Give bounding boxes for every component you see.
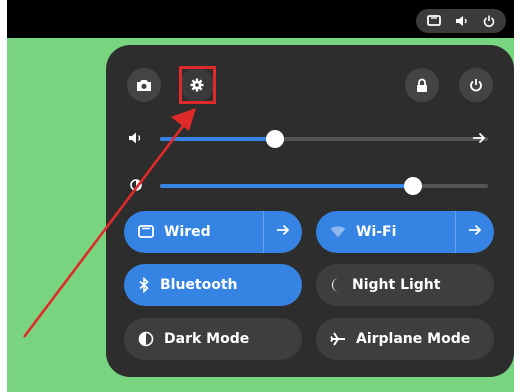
brightness-slider-row bbox=[124, 174, 494, 196]
screen-icon bbox=[427, 15, 441, 27]
power-icon bbox=[469, 78, 483, 92]
volume-slider-fill bbox=[160, 137, 275, 141]
speaker-icon bbox=[128, 130, 144, 149]
settings-highlight-box bbox=[179, 66, 216, 104]
dark-mode-toggle[interactable]: Dark Mode bbox=[124, 318, 302, 360]
bluetooth-label: Bluetooth bbox=[160, 277, 238, 293]
lock-icon bbox=[415, 78, 429, 93]
wifi-label: Wi-Fi bbox=[356, 224, 397, 240]
volume-slider-row bbox=[124, 127, 494, 149]
brightness-slider[interactable] bbox=[160, 177, 488, 195]
brightness-icon bbox=[128, 177, 144, 197]
lock-button[interactable] bbox=[405, 68, 439, 102]
wifi-icon bbox=[330, 226, 346, 238]
brightness-slider-knob[interactable] bbox=[403, 177, 422, 195]
bluetooth-toggle[interactable]: Bluetooth bbox=[124, 264, 302, 306]
top-bar bbox=[7, 0, 514, 38]
airplane-mode-label: Airplane Mode bbox=[356, 331, 471, 347]
dark-mode-label: Dark Mode bbox=[164, 331, 250, 347]
wired-label: Wired bbox=[164, 224, 211, 240]
volume-slider[interactable] bbox=[160, 130, 488, 148]
airplane-icon bbox=[330, 331, 346, 347]
bluetooth-icon bbox=[138, 277, 150, 293]
airplane-mode-toggle[interactable]: Airplane Mode bbox=[316, 318, 494, 360]
wifi-toggle[interactable]: Wi-Fi bbox=[316, 211, 494, 253]
brightness-slider-fill bbox=[160, 184, 413, 188]
screenshot-button[interactable] bbox=[127, 68, 161, 102]
network-wired-icon bbox=[138, 225, 154, 239]
night-light-toggle[interactable]: Night Light bbox=[316, 264, 494, 306]
volume-output-arrow-icon[interactable] bbox=[472, 130, 486, 149]
system-tray-button[interactable] bbox=[416, 9, 506, 33]
wired-toggle[interactable]: Wired bbox=[124, 211, 302, 253]
moon-icon bbox=[330, 277, 342, 293]
arrow-right-icon bbox=[276, 223, 290, 241]
night-light-label: Night Light bbox=[352, 277, 441, 293]
camera-icon bbox=[136, 78, 152, 92]
volume-slider-knob[interactable] bbox=[265, 130, 284, 148]
power-icon bbox=[483, 15, 495, 27]
power-button[interactable] bbox=[459, 68, 493, 102]
speaker-icon bbox=[455, 15, 469, 27]
arrow-right-icon bbox=[468, 223, 482, 241]
dark-mode-icon bbox=[138, 331, 154, 347]
